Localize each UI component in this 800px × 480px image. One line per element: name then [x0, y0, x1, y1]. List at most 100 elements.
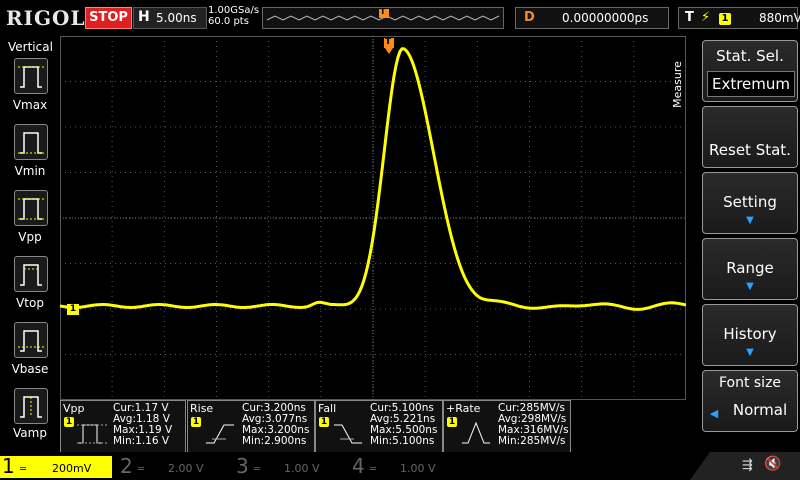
- run-stop-indicator[interactable]: STOP: [85, 7, 132, 29]
- rise-measure-icon: [206, 424, 234, 444]
- range-title: Range: [726, 259, 774, 277]
- history-title: History: [723, 325, 777, 343]
- measurement-name: +Rate: [446, 402, 481, 415]
- timebase-value: 5.00ns: [156, 11, 197, 25]
- measurement-vpp[interactable]: Vpp 1 Cur:1.17 V Avg:1.18 V Max:1.19 V M…: [60, 400, 186, 454]
- history-button[interactable]: History ▼: [702, 304, 798, 366]
- trigger-edge-icon: ⚡: [701, 10, 711, 25]
- rate-measure-icon: [462, 421, 490, 444]
- measurement-values: Cur:5.100ns Avg:5.221ns Max:5.500ns Min:…: [370, 403, 437, 447]
- measurement-values: Cur:1.17 V Avg:1.18 V Max:1.19 V Min:1.1…: [113, 403, 172, 447]
- memory-trigger-marker: T: [380, 7, 386, 16]
- graticule: [59, 36, 687, 400]
- channel-2-coupling-icon: ═: [138, 464, 145, 475]
- channel-2-tab[interactable]: 2 ═ 2.00 V: [118, 454, 230, 478]
- acquisition-info: 1.00GSa/s 60.0 pts: [208, 5, 259, 27]
- sample-rate: 1.00GSa/s: [208, 5, 260, 16]
- measurement-min: Min:285MV/s: [498, 435, 566, 447]
- channel-2-number: 2: [120, 454, 133, 478]
- vmin-button[interactable]: [14, 124, 48, 160]
- vpp-button[interactable]: [14, 190, 48, 226]
- history-arrow-icon: ▼: [746, 347, 754, 358]
- measurement-rate[interactable]: +Rate 1 Cur:285MV/s Avg:298MV/s Max:316M…: [443, 400, 571, 454]
- measurement-rise[interactable]: Rise 1 Cur:3.200ns Avg:3.077ns Max:3.200…: [187, 400, 315, 454]
- timebase-box[interactable]: H 5.00ns: [133, 7, 207, 29]
- trigger-position-marker[interactable]: T: [384, 37, 396, 60]
- measurement-name: Fall: [318, 402, 337, 415]
- stat-sel-value: Extremum: [707, 71, 795, 97]
- vtop-label: Vtop: [16, 296, 44, 310]
- ch1-offset-marker[interactable]: 1: [67, 304, 79, 315]
- timebase-label: H: [138, 9, 150, 25]
- vpp-icon: [18, 198, 44, 220]
- vmax-button[interactable]: [14, 58, 48, 94]
- vbase-icon: [18, 330, 44, 352]
- trigger-box[interactable]: T ⚡ 1 880mV: [678, 7, 800, 29]
- vmax-icon: [18, 66, 44, 88]
- vamp-icon: [20, 396, 42, 418]
- measure-tab[interactable]: Measure: [671, 36, 702, 136]
- channel-1-tab[interactable]: 1 ═ 200mV: [0, 454, 112, 478]
- measurement-values: Cur:285MV/s Avg:298MV/s Max:316MV/s Min:…: [498, 403, 569, 447]
- measurement-channel-badge: 1: [191, 417, 201, 427]
- fall-measure-icon: [334, 424, 362, 444]
- memory-depth: 60.0 pts: [208, 16, 249, 27]
- channel-1-number: 1: [2, 454, 15, 478]
- channel-1-scale: 200mV: [52, 462, 92, 475]
- vpp-measure-icon: [77, 424, 107, 444]
- setting-title: Setting: [723, 193, 777, 211]
- measurement-channel-badge: 1: [64, 417, 74, 427]
- brand-logo: RIGOL: [6, 6, 86, 30]
- trigger-level: 880mV: [759, 11, 800, 25]
- stat-sel-button[interactable]: Stat. Sel. Extremum: [702, 40, 798, 102]
- range-arrow-icon: ▼: [746, 281, 754, 292]
- stat-sel-title: Stat. Sel.: [716, 47, 784, 65]
- channel-4-coupling-icon: ═: [370, 464, 377, 475]
- channel-2-scale: 2.00 V: [168, 462, 204, 475]
- vmin-label: Vmin: [14, 164, 46, 178]
- font-size-title: Font size: [718, 375, 782, 391]
- vtop-button[interactable]: [14, 256, 48, 292]
- trigger-marker-label: T: [385, 37, 392, 47]
- memory-position-bar[interactable]: T: [262, 7, 504, 29]
- delay-value: 0.00000000ps: [562, 11, 649, 25]
- waveform-display[interactable]: [59, 36, 687, 400]
- measure-tab-label: Measure: [670, 61, 684, 108]
- vtop-icon: [20, 264, 42, 286]
- trigger-channel-badge: 1: [719, 13, 731, 25]
- vamp-label: Vamp: [13, 426, 47, 440]
- trigger-label: T: [685, 10, 694, 25]
- measurement-values: Cur:3.200ns Avg:3.077ns Max:3.200ns Min:…: [242, 403, 309, 447]
- channel-4-tab[interactable]: 4 ═ 1.00 V: [350, 454, 462, 478]
- usb-icon: ⇶: [742, 458, 753, 473]
- vbase-button[interactable]: [14, 322, 48, 358]
- setting-arrow-icon: ▼: [746, 215, 754, 226]
- measurement-min: Min:5.100ns: [370, 435, 435, 447]
- range-button[interactable]: Range ▼: [702, 238, 798, 300]
- channel-3-number: 3: [236, 454, 249, 478]
- measurement-min: Min:2.900ns: [242, 435, 307, 447]
- reset-stat-title: Reset Stat.: [709, 141, 791, 159]
- vamp-button[interactable]: [14, 388, 48, 424]
- measurement-channel-badge: 1: [319, 417, 329, 427]
- channel-1-coupling-icon: ═: [20, 464, 27, 475]
- measurement-name: Rise: [190, 402, 214, 415]
- delay-label: D: [524, 10, 535, 25]
- channel-3-scale: 1.00 V: [284, 462, 320, 475]
- speaker-muted-icon: 🔇: [764, 456, 782, 472]
- reset-stat-button[interactable]: Reset Stat.: [702, 106, 798, 168]
- setting-button[interactable]: Setting ▼: [702, 172, 798, 234]
- channel-4-number: 4: [352, 454, 365, 478]
- vmin-icon: [18, 132, 44, 154]
- vmax-label: Vmax: [12, 98, 48, 112]
- channel-3-coupling-icon: ═: [254, 464, 261, 475]
- channel-3-tab[interactable]: 3 ═ 1.00 V: [234, 454, 346, 478]
- left-menu-title: Vertical: [8, 40, 53, 54]
- measurement-min: Min:1.16 V: [113, 435, 170, 447]
- measurement-fall[interactable]: Fall 1 Cur:5.100ns Avg:5.221ns Max:5.500…: [315, 400, 443, 454]
- font-size-button[interactable]: Font size ◀ Normal: [702, 370, 798, 432]
- top-status-bar: RIGOL STOP H 5.00ns 1.00GSa/s 60.0 pts T…: [0, 0, 800, 36]
- delay-box[interactable]: D 0.00000000ps: [515, 7, 669, 29]
- vpp-label: Vpp: [18, 230, 42, 244]
- font-size-value: Normal: [732, 401, 788, 419]
